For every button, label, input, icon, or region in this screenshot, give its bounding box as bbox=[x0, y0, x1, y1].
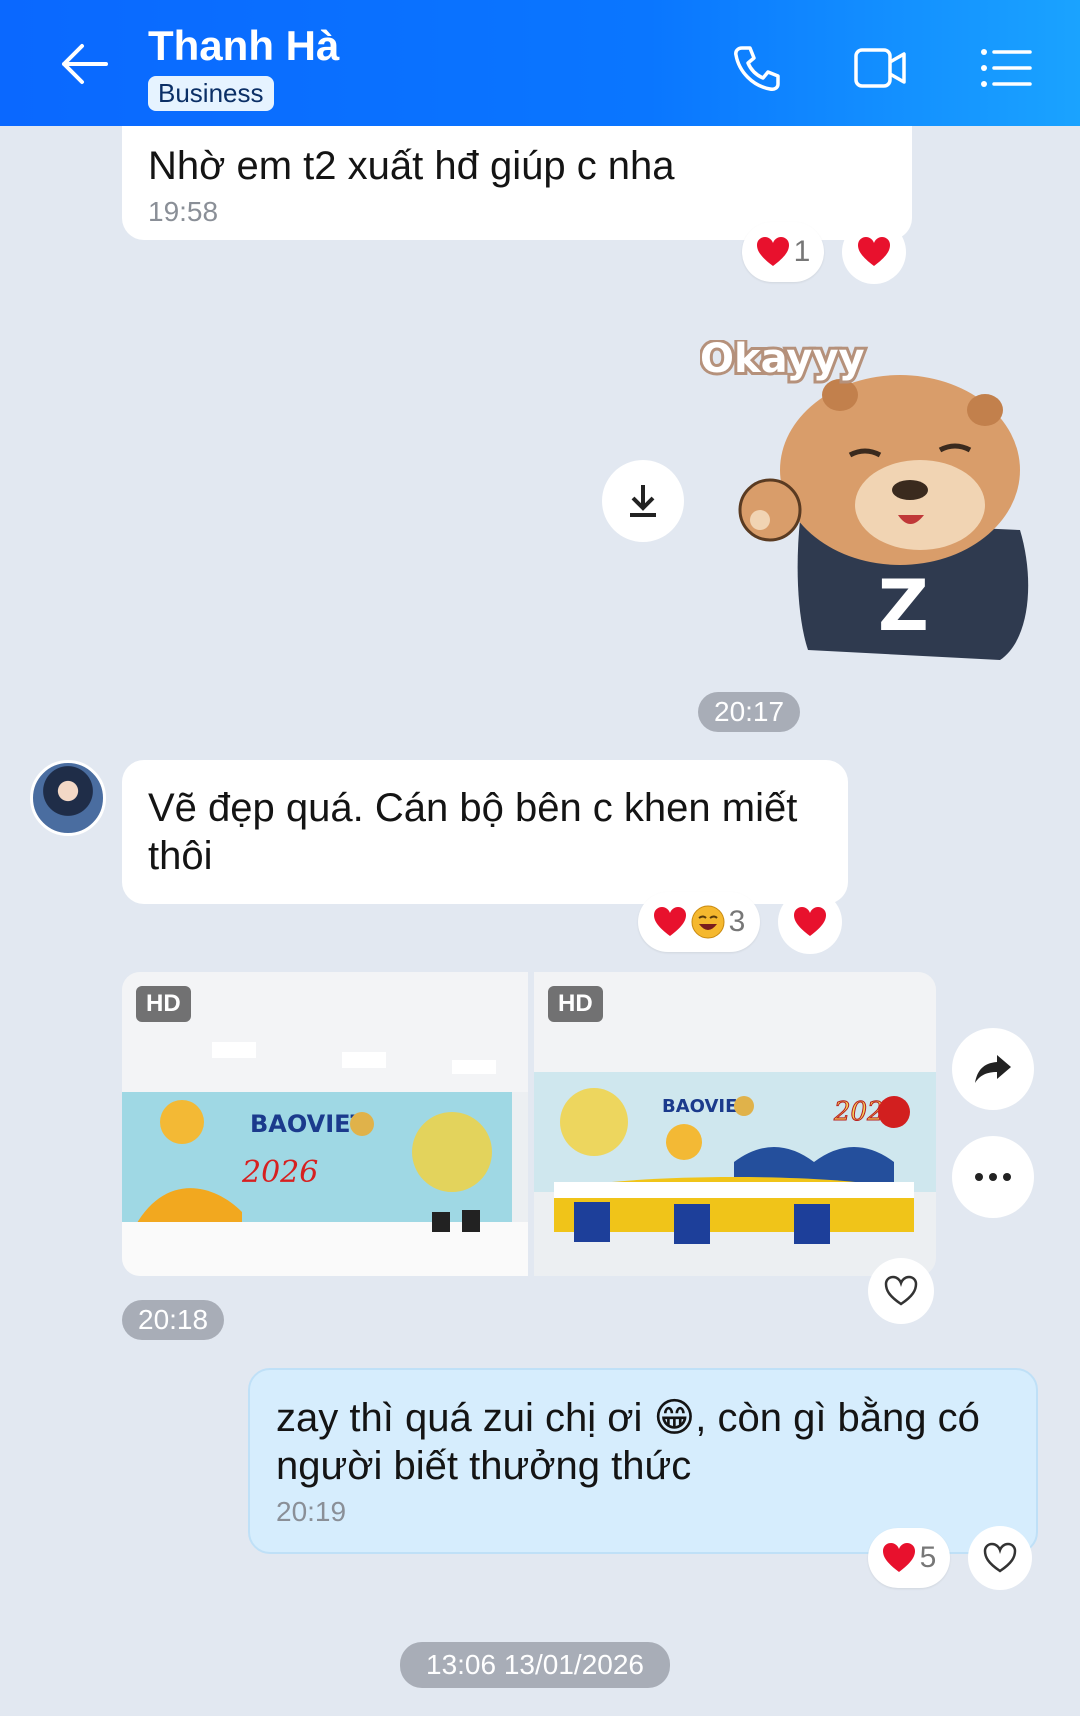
heart-icon bbox=[858, 237, 890, 266]
download-icon bbox=[630, 485, 656, 517]
more-dots-icon bbox=[975, 1173, 1011, 1181]
chat-header: Thanh Hà Business bbox=[0, 0, 1080, 126]
reaction-summary[interactable]: 1 bbox=[742, 222, 824, 282]
heart-icon bbox=[653, 907, 686, 936]
laughing-face-icon bbox=[691, 905, 725, 939]
hd-badge: HD bbox=[136, 986, 191, 1022]
message-text-part: zay thì quá zui chị ơi bbox=[276, 1396, 643, 1440]
reaction-count: 3 bbox=[728, 905, 746, 938]
heart-icon bbox=[794, 907, 826, 936]
reaction-count: 5 bbox=[919, 1541, 937, 1574]
sticker[interactable]: Z Okayyy bbox=[697, 333, 1040, 670]
message-text: Vẽ đẹp quá. Cán bộ bên c khen miết thôi bbox=[148, 786, 798, 878]
svg-text:2026: 2026 bbox=[241, 1155, 318, 1190]
share-button[interactable] bbox=[952, 1028, 1034, 1110]
avatar[interactable] bbox=[30, 760, 106, 836]
back-arrow-icon[interactable] bbox=[56, 38, 112, 90]
svg-text:Z: Z bbox=[878, 565, 929, 647]
hd-badge: HD bbox=[548, 986, 603, 1022]
forward-arrow-icon bbox=[975, 1055, 1011, 1083]
grinning-emoji: 😁 bbox=[653, 1396, 696, 1440]
phone-icon[interactable] bbox=[728, 42, 784, 94]
photo-thumbnail[interactable]: BAOVIET 2026 HD bbox=[122, 972, 528, 1276]
react-button[interactable] bbox=[842, 220, 906, 284]
time-pill: 20:18 bbox=[122, 1300, 225, 1340]
reaction-summary[interactable]: 3 bbox=[638, 892, 760, 952]
video-call-icon[interactable] bbox=[852, 42, 908, 94]
heart-icon bbox=[882, 1543, 915, 1572]
photo-thumbnail[interactable]: BAOVIET 2026 HD bbox=[534, 972, 936, 1276]
heart-outline-icon bbox=[983, 1542, 1017, 1573]
react-button[interactable] bbox=[778, 890, 842, 954]
my-message-bubble[interactable]: zay thì quá zui chị ơi 😁, còn gì bằng có… bbox=[248, 1368, 1038, 1554]
date-separator: 13:06 13/01/2026 bbox=[400, 1642, 670, 1688]
download-button[interactable] bbox=[602, 460, 684, 542]
react-button[interactable] bbox=[868, 1258, 934, 1324]
message-text: Nhờ em t2 xuất hđ giúp c nha bbox=[148, 144, 675, 188]
reaction-summary[interactable]: 5 bbox=[868, 1528, 950, 1588]
reaction-count: 1 bbox=[793, 235, 811, 268]
business-badge: Business bbox=[148, 76, 274, 111]
menu-list-icon[interactable] bbox=[978, 42, 1034, 94]
contact-name[interactable]: Thanh Hà bbox=[148, 22, 339, 70]
heart-outline-icon bbox=[884, 1275, 918, 1306]
message-bubble[interactable]: Vẽ đẹp quá. Cán bộ bên c khen miết thôi bbox=[122, 760, 848, 904]
message-text: zay thì quá zui chị ơi 😁, còn gì bằng có… bbox=[276, 1394, 1010, 1490]
sticker-caption: Okayyy bbox=[700, 340, 865, 382]
svg-text:BAOVIET: BAOVIET bbox=[250, 1110, 368, 1138]
heart-icon bbox=[756, 237, 789, 266]
more-options-button[interactable] bbox=[952, 1136, 1034, 1218]
time-pill: 20:17 bbox=[698, 692, 801, 732]
message-time: 20:19 bbox=[276, 1496, 347, 1527]
capybara-sticker-image: Z Okayyy bbox=[697, 333, 1029, 660]
react-button[interactable] bbox=[968, 1526, 1032, 1590]
